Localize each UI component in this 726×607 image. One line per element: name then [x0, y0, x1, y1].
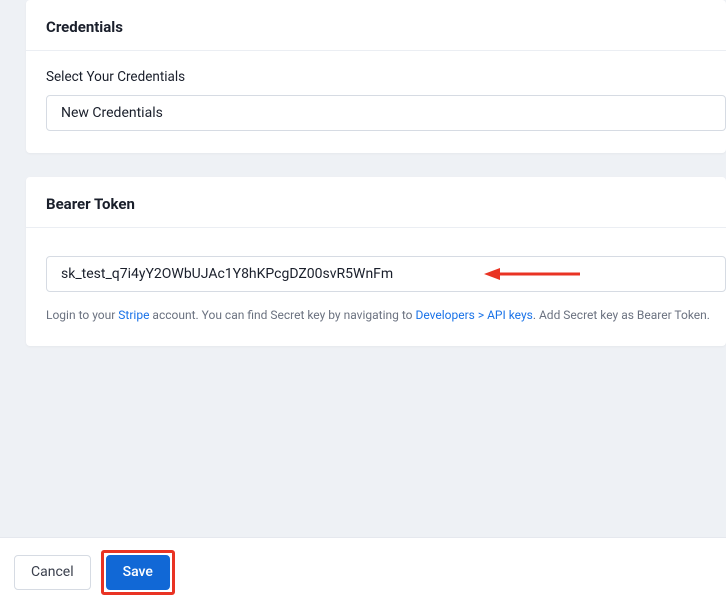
- cancel-button[interactable]: Cancel: [14, 555, 91, 590]
- credentials-title: Credentials: [46, 18, 706, 36]
- bearer-body: Login to your Stripe account. You can fi…: [26, 228, 726, 346]
- credentials-select-value: New Credentials: [61, 105, 163, 121]
- helper-suffix: . Add Secret key as Bearer Token.: [533, 308, 710, 322]
- footer-bar: Cancel Save: [0, 537, 726, 607]
- developers-api-keys-link[interactable]: Developers > API keys: [415, 308, 532, 322]
- helper-mid: account. You can find Secret key by navi…: [149, 308, 415, 322]
- credentials-select[interactable]: New Credentials: [46, 95, 726, 131]
- credentials-card: Credentials Select Your Credentials New …: [26, 0, 726, 153]
- bearer-title: Bearer Token: [46, 195, 706, 213]
- bearer-token-card: Bearer Token Login to your Stripe accoun…: [26, 177, 726, 346]
- stripe-link[interactable]: Stripe: [118, 308, 149, 322]
- bearer-header: Bearer Token: [26, 177, 726, 228]
- save-button[interactable]: Save: [106, 555, 170, 590]
- credentials-field-label: Select Your Credentials: [46, 69, 726, 85]
- bearer-input-wrap: [46, 256, 726, 292]
- bearer-helper-text: Login to your Stripe account. You can fi…: [46, 306, 726, 324]
- save-highlight-box: Save: [101, 550, 175, 595]
- credentials-body: Select Your Credentials New Credentials: [26, 51, 726, 153]
- bearer-token-input[interactable]: [46, 256, 726, 292]
- helper-prefix: Login to your: [46, 308, 118, 322]
- credentials-header: Credentials: [26, 0, 726, 51]
